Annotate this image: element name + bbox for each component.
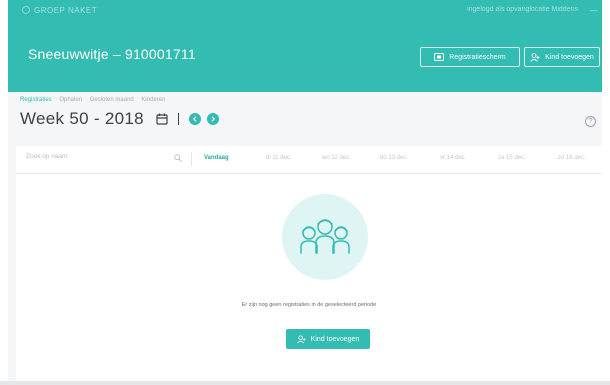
add-child-header-label: Kind toevoegen bbox=[545, 53, 594, 61]
day-bar: Zoek op naam Vandaag di 11 dec. wo 12 de… bbox=[16, 146, 602, 174]
window-right-edge bbox=[602, 0, 610, 385]
day-tab-thu[interactable]: do 13 dec. bbox=[380, 155, 408, 161]
empty-state-illustration bbox=[282, 194, 368, 280]
day-tab-wed[interactable]: wo 12 dec. bbox=[322, 155, 351, 161]
registration-screen-label: Registratiescherm bbox=[449, 53, 506, 61]
week-title: Week 50 - 2018 bbox=[20, 109, 144, 128]
screen-icon bbox=[434, 52, 445, 61]
brand-name: GROEP NAKET bbox=[34, 6, 98, 14]
breadcrumb: Registraties Ophalen Gesloten maand Kind… bbox=[20, 97, 171, 103]
app-header: GROEP NAKET ingelogd als opvanglocatie M… bbox=[8, 0, 602, 92]
day-tab-fri[interactable]: vr 14 dec. bbox=[440, 155, 466, 161]
search-separator bbox=[191, 152, 192, 166]
tab-gesloten-maand[interactable]: Gesloten maand bbox=[90, 97, 134, 103]
search-icon[interactable] bbox=[174, 154, 182, 162]
add-user-icon bbox=[296, 334, 306, 343]
add-child-button-label: Kind toevoegen bbox=[310, 335, 360, 343]
search-input[interactable]: Zoek op naam bbox=[26, 153, 68, 160]
previous-week-button[interactable] bbox=[188, 113, 201, 125]
registrations-panel: Zoek op naam Vandaag di 11 dec. wo 12 de… bbox=[16, 146, 602, 383]
window-bottom-edge bbox=[0, 381, 610, 385]
day-tab-sun[interactable]: zo 16 dec. bbox=[558, 155, 586, 161]
add-user-icon bbox=[530, 52, 540, 62]
day-tab-tue[interactable]: di 11 dec. bbox=[266, 155, 292, 161]
week-selector: Week 50 - 2018 bbox=[20, 108, 219, 130]
day-tab-sat[interactable]: za 15 dec. bbox=[498, 155, 526, 161]
chevron-right-icon bbox=[211, 116, 215, 122]
week-divider bbox=[177, 113, 179, 125]
main-content: Registraties Ophalen Gesloten maand Kind… bbox=[8, 92, 602, 385]
chevron-left-icon bbox=[192, 116, 197, 122]
menu-toggle[interactable]: — bbox=[590, 6, 598, 15]
children-group-icon bbox=[300, 219, 350, 254]
next-week-button[interactable] bbox=[206, 113, 219, 125]
add-child-header-button[interactable]: Kind toevoegen bbox=[524, 47, 600, 67]
logo-icon bbox=[22, 6, 30, 14]
login-status: ingelogd als opvanglocatie Middens bbox=[467, 6, 578, 13]
tab-kinderen[interactable]: Kinderen bbox=[141, 97, 165, 103]
registration-screen-button[interactable]: Registratiescherm bbox=[420, 47, 520, 67]
day-tab-today[interactable]: Vandaag bbox=[204, 155, 229, 161]
calendar-icon[interactable] bbox=[156, 113, 168, 125]
tab-ophalen[interactable]: Ophalen bbox=[59, 97, 82, 103]
window-left-edge bbox=[0, 0, 8, 385]
page-title: Sneeuwwitje – 910001711 bbox=[28, 46, 196, 62]
brand-logo[interactable]: GROEP NAKET bbox=[22, 6, 142, 14]
empty-state-message: Er zijn nog geen registraties in de gese… bbox=[241, 302, 377, 308]
tab-registraties[interactable]: Registraties bbox=[20, 97, 52, 103]
add-child-button[interactable]: Kind toevoegen bbox=[286, 329, 370, 349]
help-icon[interactable]: ? bbox=[585, 116, 596, 127]
